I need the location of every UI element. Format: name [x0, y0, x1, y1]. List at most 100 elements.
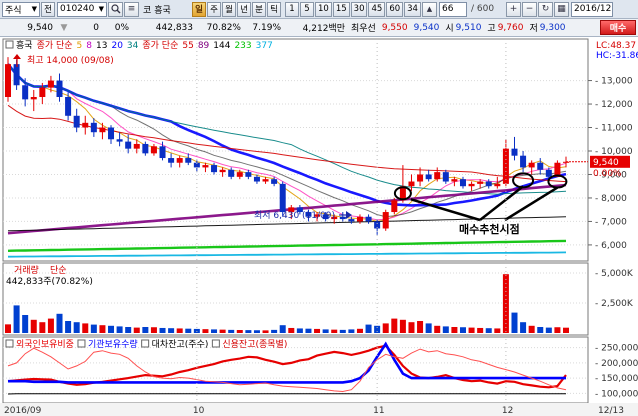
volume-bar [193, 328, 200, 333]
price-legend-item: 34 [127, 41, 139, 51]
holdings-tick-label: - 250,000 [595, 344, 638, 354]
date-axis-label: 11 [373, 406, 384, 416]
stock-chart[interactable]: - 13,000- 12,000- 11,000- 10,000- 9,000-… [0, 37, 638, 416]
chevron-down-icon: ▼ [31, 5, 37, 13]
volume-bar [116, 326, 123, 333]
volume-bar [4, 324, 12, 333]
interval-button-custom[interactable]: 34 [404, 1, 421, 17]
interval-button-30[interactable]: 30 [350, 1, 368, 17]
volume-bar [459, 327, 466, 333]
candle-body [442, 172, 449, 182]
candle-body [537, 162, 544, 170]
volume-panel-frame [2, 262, 589, 336]
period-week-button[interactable]: 주 [207, 1, 221, 17]
volume-bar [90, 324, 97, 333]
volume-bar [554, 327, 561, 333]
volume-bar [99, 325, 106, 333]
price-change: 0 [93, 22, 99, 33]
count-total: / 600 [470, 4, 495, 14]
candle-body [4, 64, 12, 97]
low-label: 최저 6,430 (11/09) [254, 210, 335, 221]
candle-body [159, 146, 166, 159]
volume-bar [219, 329, 226, 333]
candle-body [73, 115, 80, 128]
price-legend-item: 20 [111, 41, 123, 51]
volume-bar [425, 323, 432, 333]
period-buttons: 일 주 월 년 분 틱 [191, 1, 281, 17]
zoom-out-icon[interactable]: − [521, 1, 537, 17]
refresh-icon[interactable]: ↻ [537, 1, 553, 17]
candle-body [99, 127, 106, 133]
volume-bar [288, 327, 295, 333]
interval-button-15[interactable]: 15 [332, 1, 350, 17]
period-minute-button[interactable]: 분 [252, 1, 266, 17]
volume-bar [356, 328, 363, 333]
search-icon[interactable] [108, 1, 123, 17]
volume-bar [511, 312, 518, 333]
interval-button-10[interactable]: 10 [315, 1, 332, 17]
legend-checkbox-icon [5, 339, 14, 348]
candle-body [520, 155, 527, 168]
candle-body [185, 158, 192, 163]
buy-button[interactable]: 매수 [600, 20, 636, 35]
interval-button-1[interactable]: 1 [285, 1, 299, 17]
best-ask: 9,550 [381, 22, 408, 33]
chart-toolbar: 주식 ▼ 전 010240 ▼ ≡ 코 흥국 일 주 월 년 분 틱 1 5 1… [0, 0, 638, 19]
date-input[interactable]: 2016/12 [570, 1, 613, 17]
candle-body [528, 162, 535, 168]
period-year-button[interactable]: 년 [237, 1, 251, 17]
volume-bar [382, 323, 389, 333]
candle-body [202, 165, 209, 168]
period-day-button[interactable]: 일 [192, 1, 206, 17]
volume-bar [545, 327, 552, 333]
price-legend-item: 흥국 [16, 39, 33, 51]
market-type-select[interactable]: 주식 ▼ [2, 1, 40, 17]
candle-body [108, 127, 115, 140]
candle-body [348, 219, 355, 222]
menu-icon[interactable]: ≡ [124, 1, 139, 17]
volume-bar [47, 318, 54, 333]
candle-body [176, 158, 183, 163]
candle-body [459, 179, 466, 187]
volume-bar [159, 327, 166, 333]
lc-label: LC:48.37 [596, 41, 636, 51]
holdings-legend-item: 기관보유수량 [88, 338, 138, 350]
candle-body [477, 181, 484, 184]
volume: 442,833 [155, 22, 193, 33]
candle-body [391, 200, 398, 213]
holdings-tick-label: - 200,000 [595, 359, 638, 369]
legend-checkbox-icon [211, 339, 220, 348]
volume-bar [434, 325, 441, 333]
count-input[interactable]: 66 [438, 1, 467, 17]
price-legend-item: 8 [86, 41, 92, 51]
holdings-legend-item: 대차잔고(주수) [152, 338, 209, 350]
prefix-button[interactable]: 전 [41, 1, 55, 17]
hc-label: HC:-31.86 [596, 51, 638, 61]
candle-body [142, 143, 149, 154]
candle-body [56, 80, 63, 97]
period-tick-button[interactable]: 틱 [267, 1, 281, 17]
price-tick-label: - 12,000 [595, 100, 633, 110]
period-month-button[interactable]: 월 [222, 1, 236, 17]
volume-bar [562, 327, 570, 333]
calendar-icon[interactable]: ▦ [553, 1, 569, 17]
volume-tick-label: - 5,000K [595, 269, 634, 279]
stock-code-input[interactable]: 010240 ▼ [57, 1, 107, 17]
current-price-pct-label: 0.00% [593, 169, 622, 179]
spin-arrows-icon[interactable]: ▲ [421, 1, 437, 17]
volume-tick-label: - 2,500K [595, 299, 634, 309]
price-legend-item: 233 [234, 41, 251, 51]
low-price: 9,300 [539, 22, 566, 33]
interval-button-5[interactable]: 5 [300, 1, 314, 17]
candle-body [279, 183, 286, 213]
buy-signal-label: 매수추천시점 [459, 222, 520, 236]
interval-button-60[interactable]: 60 [386, 1, 404, 17]
high-price: 9,760 [497, 22, 524, 33]
interval-button-45[interactable]: 45 [368, 1, 386, 17]
volume-bar [477, 327, 484, 333]
zoom-in-icon[interactable]: + [505, 1, 521, 17]
volume-bar [150, 327, 157, 333]
price-tick-label: - 8,000 [595, 194, 627, 204]
legend-checkbox-icon [5, 40, 14, 49]
volume-bar [417, 321, 424, 333]
